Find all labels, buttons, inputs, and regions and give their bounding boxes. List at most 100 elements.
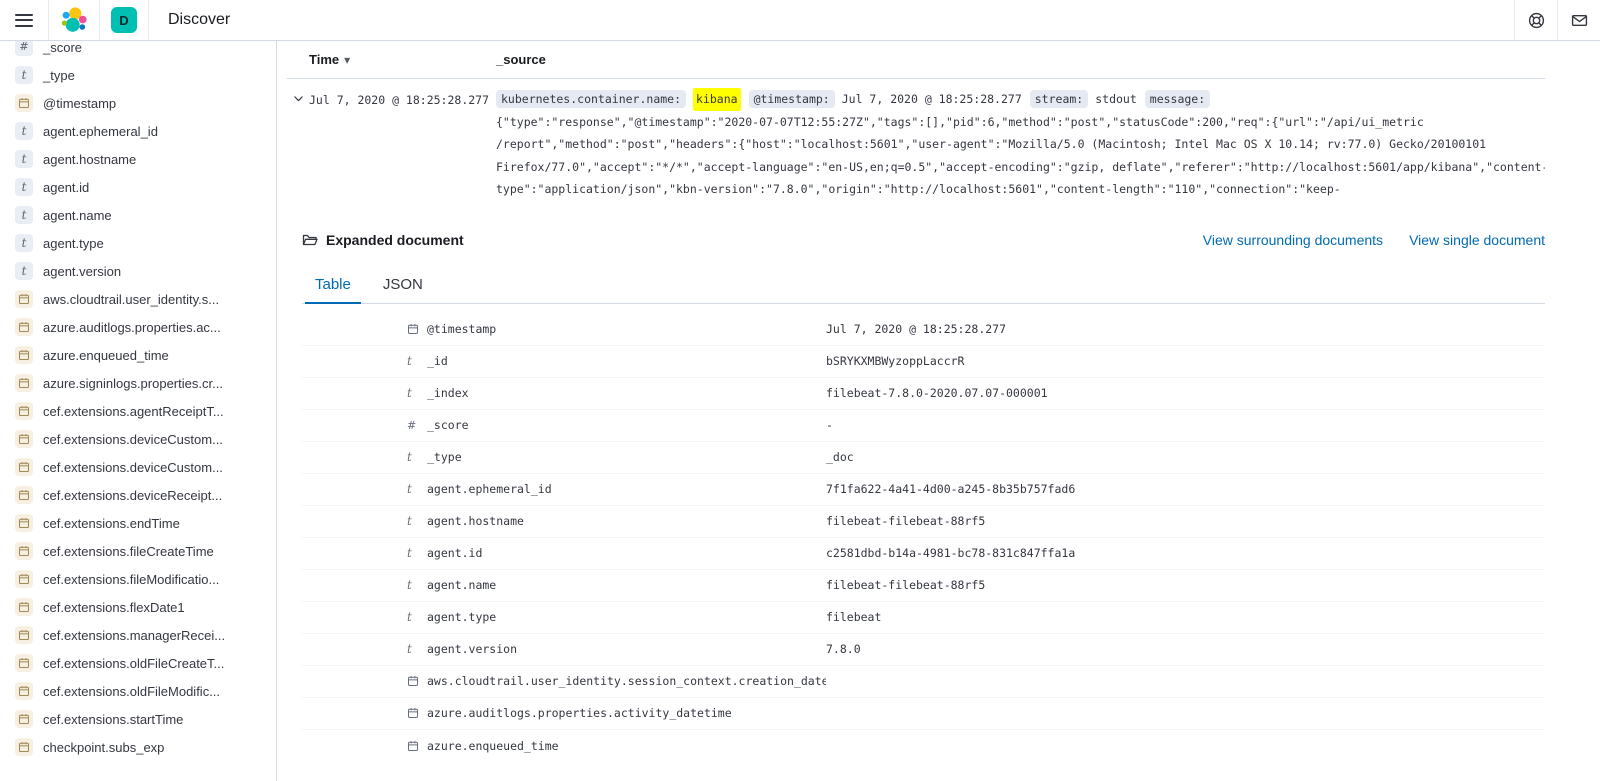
field-type-icon <box>407 449 419 465</box>
field-type-icon <box>15 430 33 448</box>
field-name: azure.enqueued_time <box>43 348 169 363</box>
doc-field-name: agent.version <box>427 642 826 656</box>
document-link[interactable]: View surrounding documents <box>1203 232 1383 248</box>
sidebar-field-item[interactable]: cef.extensions.fileCreateTime <box>0 537 276 565</box>
doc-field-value: 7f1fa622-4a41-4d00-a245-8b35b757fad6 <box>826 482 1075 496</box>
doc-field-name: agent.id <box>427 546 826 560</box>
doc-field-value: - <box>826 418 833 432</box>
source-field-pair: kubernetes.container.name: kibana <box>496 88 741 111</box>
sidebar-field-item[interactable]: cef.extensions.deviceCustom... <box>0 453 276 481</box>
chevron-down-icon[interactable] <box>287 88 309 108</box>
doc-field-value: filebeat-7.8.0-2020.07.07-000001 <box>826 386 1048 400</box>
doc-field-value: 7.8.0 <box>826 642 861 656</box>
doc-field-name: agent.type <box>427 610 826 624</box>
field-name: cef.extensions.fileModificatio... <box>43 572 219 587</box>
field-type-icon <box>15 486 33 504</box>
sidebar-field-item[interactable]: cef.extensions.agentReceiptT... <box>0 397 276 425</box>
field-type-icon <box>407 513 419 529</box>
sidebar-field-item[interactable]: cef.extensions.fileModificatio... <box>0 565 276 593</box>
doc-viewer-tab[interactable]: JSON <box>373 267 433 304</box>
field-name: azure.signinlogs.properties.cr... <box>43 376 223 391</box>
doc-viewer-tab[interactable]: Table <box>305 267 361 304</box>
doc-field-row: @timestamp Jul 7, 2020 @ 18:25:28.277 <box>302 314 1545 346</box>
doc-field-row: _type _doc <box>302 442 1545 474</box>
field-type-icon <box>15 290 33 308</box>
field-name: agent.hostname <box>43 152 136 167</box>
field-type-icon <box>15 66 33 84</box>
field-type-icon <box>15 346 33 364</box>
sidebar-field-item[interactable]: agent.name <box>0 201 276 229</box>
sidebar-field-item[interactable]: cef.extensions.startTime <box>0 705 276 733</box>
field-type-icon <box>15 234 33 252</box>
top-navigation-bar: D Discover <box>0 0 1600 41</box>
help-icon[interactable] <box>1515 0 1557 40</box>
doc-field-name: _type <box>427 450 826 464</box>
field-type-icon <box>407 675 419 687</box>
sidebar-field-item[interactable]: _type <box>0 61 276 89</box>
sidebar-field-item[interactable]: agent.id <box>0 173 276 201</box>
field-type-icon <box>407 545 419 561</box>
sidebar-field-item[interactable]: cef.extensions.deviceCustom... <box>0 425 276 453</box>
source-field-pair: message: <box>1145 90 1210 108</box>
field-type-icon <box>15 710 33 728</box>
sidebar-field-item[interactable]: checkpoint.subs_exp <box>0 733 276 761</box>
field-name: checkpoint.subs_exp <box>43 740 164 755</box>
doc-field-name: _id <box>427 354 826 368</box>
sidebar-field-item[interactable]: agent.ephemeral_id <box>0 117 276 145</box>
field-type-icon <box>15 458 33 476</box>
source-field-value: Jul 7, 2020 @ 18:25:28.277 <box>842 88 1022 111</box>
sidebar-field-item[interactable]: cef.extensions.flexDate1 <box>0 593 276 621</box>
doc-viewer-tabs: Table JSON <box>302 267 1545 304</box>
page-title: Discover <box>168 11 230 29</box>
field-name: cef.extensions.deviceReceipt... <box>43 488 222 503</box>
sidebar-field-item[interactable]: cef.extensions.deviceReceipt... <box>0 481 276 509</box>
sidebar-field-item[interactable]: cef.extensions.endTime <box>0 509 276 537</box>
field-name: agent.name <box>43 208 112 223</box>
source-field-value: stdout <box>1095 88 1137 111</box>
time-column-sort-button[interactable]: Time <box>309 52 496 67</box>
source-field-badge: kubernetes.container.name: <box>496 90 686 108</box>
field-type-icon <box>407 707 419 719</box>
sidebar-field-item[interactable]: aws.cloudtrail.user_identity.s... <box>0 285 276 313</box>
field-type-icon <box>407 641 419 657</box>
menu-hamburger-icon[interactable] <box>0 0 48 40</box>
field-name: cef.extensions.oldFileCreateT... <box>43 656 224 671</box>
sidebar-field-item[interactable]: cef.extensions.managerRecei... <box>0 621 276 649</box>
sidebar-field-item[interactable]: cef.extensions.oldFileCreateT... <box>0 649 276 677</box>
sidebar-field-item[interactable]: agent.type <box>0 229 276 257</box>
elastic-logo[interactable] <box>49 6 99 34</box>
space-avatar-badge[interactable]: D <box>111 7 137 33</box>
sidebar-field-item[interactable]: azure.signinlogs.properties.cr... <box>0 369 276 397</box>
field-name: cef.extensions.endTime <box>43 516 180 531</box>
doc-field-row: aws.cloudtrail.user_identity.session_con… <box>302 666 1545 698</box>
doc-field-row: agent.version 7.8.0 <box>302 634 1545 666</box>
sidebar-field-item[interactable]: agent.version <box>0 257 276 285</box>
field-name: cef.extensions.agentReceiptT... <box>43 404 224 419</box>
mail-icon[interactable] <box>1558 0 1600 40</box>
doc-field-value: filebeat <box>826 610 881 624</box>
doc-field-name: azure.auditlogs.properties.activity_date… <box>427 706 826 720</box>
expanded-document-section: Expanded document View surrounding docum… <box>287 229 1545 762</box>
sidebar-field-item[interactable]: agent.hostname <box>0 145 276 173</box>
document-link[interactable]: View single document <box>1409 232 1545 248</box>
sidebar-field-item[interactable]: cef.extensions.oldFileModific... <box>0 677 276 705</box>
sidebar-field-item[interactable]: azure.enqueued_time <box>0 341 276 369</box>
doc-field-row: _score - <box>302 410 1545 442</box>
doc-field-name: azure.enqueued_time <box>427 739 826 753</box>
field-type-icon <box>407 609 419 625</box>
field-name: cef.extensions.startTime <box>43 712 183 727</box>
doc-viewer-table: @timestamp Jul 7, 2020 @ 18:25:28.277 _i… <box>302 314 1545 762</box>
document-links: View surrounding documents View single do… <box>1203 232 1545 248</box>
field-type-icon <box>15 654 33 672</box>
sidebar-field-item[interactable]: azure.auditlogs.properties.ac... <box>0 313 276 341</box>
field-type-icon <box>15 374 33 392</box>
sidebar-field-item[interactable]: @timestamp <box>0 89 276 117</box>
doc-field-name: aws.cloudtrail.user_identity.session_con… <box>427 674 826 688</box>
doc-field-value: _doc <box>826 450 854 464</box>
source-message-line: Firefox/77.0","accept":"*/*","accept-lan… <box>496 156 1545 179</box>
field-type-icon <box>15 150 33 168</box>
sidebar-field-item[interactable]: _score <box>0 41 276 61</box>
source-message-line: type":"application/json","kbn-version":"… <box>496 178 1545 201</box>
field-type-icon <box>407 417 419 433</box>
field-type-icon <box>15 598 33 616</box>
